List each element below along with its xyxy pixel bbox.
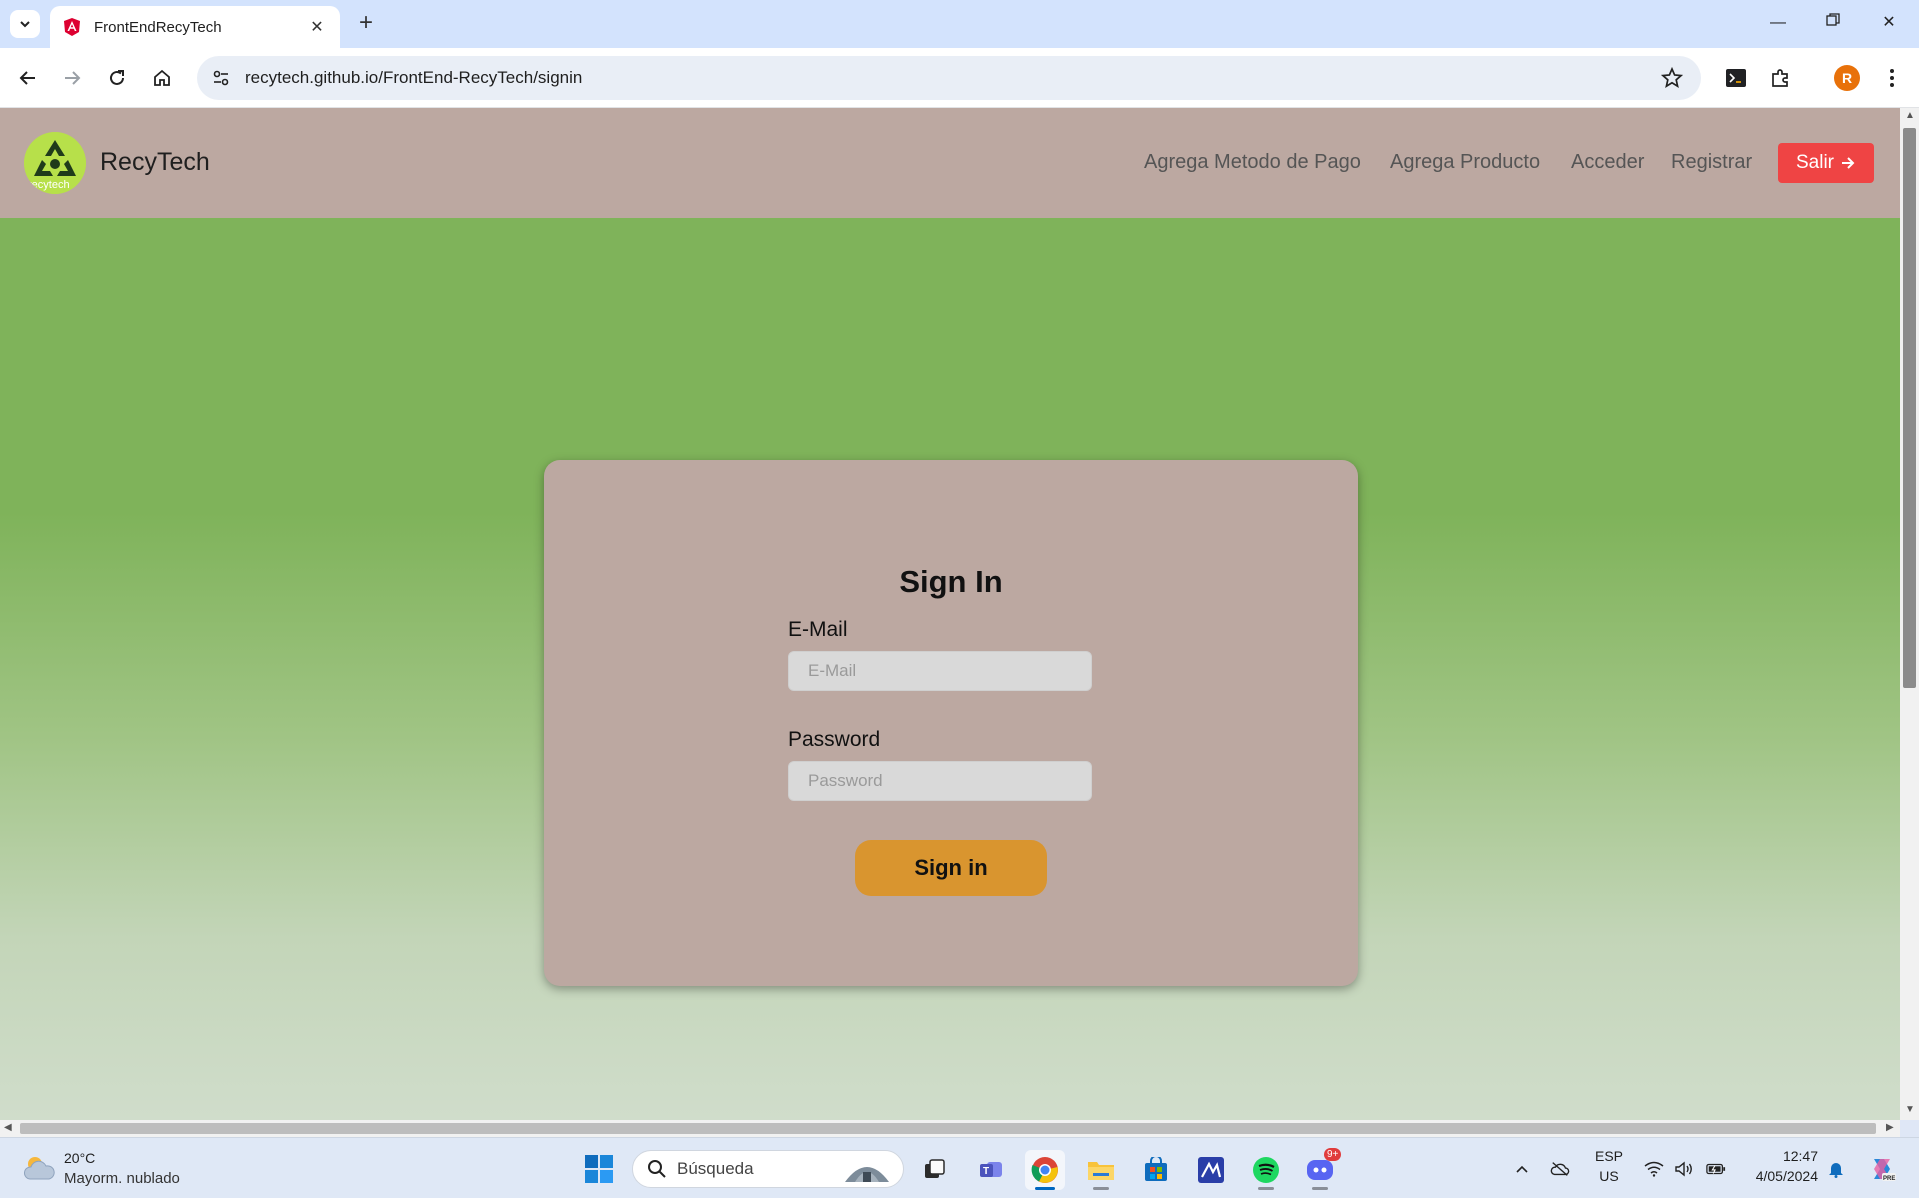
profile-avatar[interactable]: R: [1834, 65, 1860, 91]
chrome-icon[interactable]: [1025, 1150, 1065, 1190]
bookmark-star-icon[interactable]: [1655, 61, 1689, 95]
email-field[interactable]: [788, 651, 1092, 691]
chevron-up-icon[interactable]: [1512, 1159, 1532, 1179]
forward-icon[interactable]: [56, 62, 88, 94]
chrome-active-indicator: [1035, 1187, 1055, 1190]
horizontal-scrollbar[interactable]: ◀ ▶: [0, 1120, 1900, 1137]
nav-link-product[interactable]: Agrega Producto: [1390, 151, 1540, 174]
code-editor-app-icon[interactable]: [1191, 1150, 1231, 1190]
brand-name[interactable]: RecyTech: [100, 148, 210, 177]
extensions-puzzle-icon[interactable]: [1765, 62, 1797, 94]
scroll-up-icon[interactable]: ▲: [1905, 110, 1915, 121]
search-placeholder: Búsqueda: [677, 1159, 754, 1178]
recycle-logo-icon[interactable]: recytech: [24, 132, 86, 194]
copilot-icon[interactable]: PRE: [1868, 1155, 1896, 1183]
vertical-scrollbar[interactable]: ▲ ▼: [1900, 108, 1919, 1120]
onedrive-offline-icon[interactable]: [1550, 1159, 1570, 1179]
restore-window-icon[interactable]: [1811, 8, 1855, 38]
file-explorer-icon[interactable]: [1081, 1150, 1121, 1190]
scroll-left-icon[interactable]: ◀: [4, 1122, 12, 1133]
weather-temperature[interactable]: 20°C: [64, 1150, 95, 1166]
discord-icon[interactable]: 9+: [1300, 1148, 1342, 1190]
windows-taskbar: 20°C Mayorm. nublado Búsqueda T 9+ ESP U…: [0, 1137, 1919, 1198]
vertical-scroll-thumb[interactable]: [1903, 128, 1916, 688]
tab-search-button[interactable]: [10, 10, 40, 38]
signin-button[interactable]: Sign in: [855, 840, 1047, 896]
discord-running-indicator: [1312, 1187, 1328, 1190]
discord-notification-badge: 9+: [1324, 1148, 1342, 1161]
url-text[interactable]: recytech.github.io/FrontEnd-RecyTech/sig…: [245, 68, 1655, 88]
signin-title: Sign In: [899, 564, 1003, 599]
volume-icon[interactable]: [1674, 1159, 1694, 1179]
address-bar[interactable]: recytech.github.io/FrontEnd-RecyTech/sig…: [197, 56, 1701, 100]
explorer-running-indicator: [1093, 1187, 1109, 1190]
keyboard-language[interactable]: ESP: [1594, 1148, 1624, 1164]
browser-tab-bar: FrontEndRecyTech ✕ + — ✕: [0, 0, 1919, 48]
browser-toolbar: recytech.github.io/FrontEnd-RecyTech/sig…: [0, 48, 1919, 108]
password-label: Password: [788, 728, 881, 751]
spotify-icon[interactable]: [1246, 1150, 1286, 1190]
horizontal-scroll-thumb[interactable]: [20, 1123, 1876, 1134]
logout-label: Salir: [1795, 152, 1834, 173]
spotify-running-indicator: [1258, 1187, 1274, 1190]
new-tab-button[interactable]: +: [352, 10, 380, 38]
signin-card: Sign In E-Mail Password Sign in: [544, 460, 1358, 986]
site-navbar: recytech RecyTech Agrega Metodo de Pago …: [0, 108, 1900, 218]
logout-button[interactable]: Salir: [1778, 143, 1874, 183]
close-tab-icon[interactable]: ✕: [306, 17, 328, 37]
chevron-down-icon: [20, 21, 30, 28]
svg-text:T: T: [983, 1166, 989, 1177]
email-label: E-Mail: [788, 618, 848, 641]
nav-link-payment[interactable]: Agrega Metodo de Pago: [1144, 151, 1361, 174]
windows-start-icon[interactable]: [584, 1154, 614, 1184]
page-viewport: recytech RecyTech Agrega Metodo de Pago …: [0, 108, 1900, 1120]
tab-title: FrontEndRecyTech: [94, 18, 222, 36]
microsoft-store-icon[interactable]: [1136, 1150, 1176, 1190]
clock-date[interactable]: 4/05/2024: [1738, 1168, 1818, 1184]
browser-tab-active[interactable]: FrontEndRecyTech ✕: [50, 6, 340, 48]
wifi-icon[interactable]: [1644, 1159, 1664, 1179]
nav-link-register[interactable]: Registrar: [1671, 151, 1752, 174]
site-info-icon[interactable]: [205, 62, 237, 94]
cloudy-weather-icon[interactable]: [22, 1153, 56, 1183]
terminal-extension-icon[interactable]: [1720, 62, 1752, 94]
scroll-down-icon[interactable]: ▼: [1905, 1104, 1915, 1115]
minimize-window-icon[interactable]: —: [1756, 8, 1800, 38]
clock-time[interactable]: 12:47: [1738, 1148, 1818, 1164]
taskbar-search[interactable]: Búsqueda: [632, 1150, 904, 1188]
logo-text: recytech: [28, 179, 70, 191]
angular-icon: [64, 18, 80, 36]
notification-bell-icon[interactable]: [1826, 1159, 1846, 1179]
nav-link-access[interactable]: Acceder: [1571, 151, 1644, 174]
close-window-icon[interactable]: ✕: [1867, 8, 1911, 38]
search-icon: [648, 1160, 666, 1178]
task-view-icon[interactable]: [914, 1150, 954, 1190]
back-icon[interactable]: [12, 62, 44, 94]
home-icon[interactable]: [146, 62, 178, 94]
reload-icon[interactable]: [101, 62, 133, 94]
battery-charging-icon[interactable]: [1706, 1159, 1726, 1179]
browser-menu-icon[interactable]: [1876, 62, 1908, 94]
scroll-right-icon[interactable]: ▶: [1886, 1122, 1894, 1133]
search-highlight-image-icon: [845, 1167, 889, 1182]
svg-text:PRE: PRE: [1883, 1176, 1895, 1182]
arrow-right-icon: [1842, 157, 1855, 169]
password-field[interactable]: [788, 761, 1092, 801]
teams-icon[interactable]: T: [971, 1150, 1011, 1190]
weather-description[interactable]: Mayorm. nublado: [64, 1170, 180, 1187]
keyboard-region[interactable]: US: [1594, 1168, 1624, 1184]
